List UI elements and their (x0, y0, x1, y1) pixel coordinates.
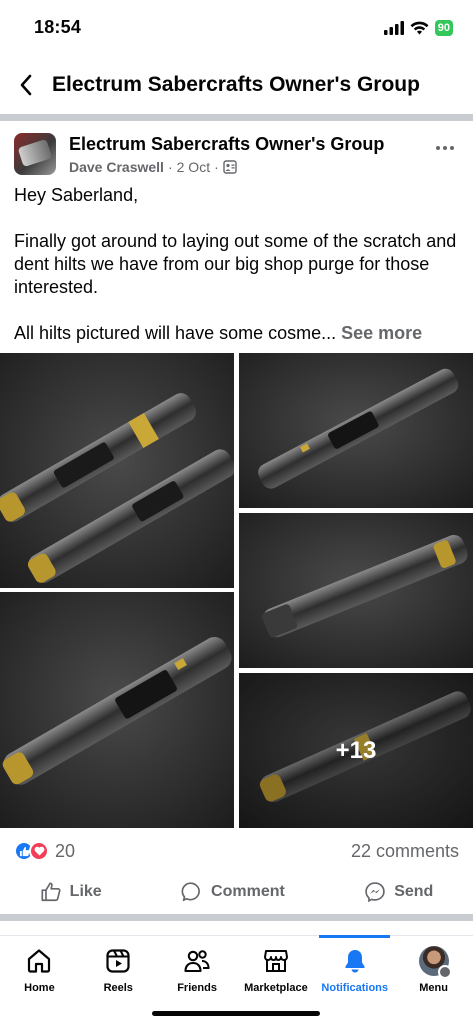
chevron-left-icon (20, 74, 32, 96)
send-button[interactable]: Send (356, 877, 441, 907)
send-label: Send (394, 883, 434, 900)
signal-icon (383, 21, 404, 35)
profile-avatar (418, 946, 452, 979)
back-button[interactable] (0, 56, 52, 114)
like-label: Like (69, 883, 102, 900)
page-title: Electrum Sabercrafts Owner's Group (52, 73, 420, 96)
status-bar: 18:54 90 (0, 0, 473, 56)
nav-notifications[interactable]: Notifications (315, 935, 394, 1005)
marketplace-icon (261, 946, 291, 976)
messenger-icon (365, 882, 385, 903)
group-privacy-icon (223, 160, 237, 174)
reaction-icons (14, 841, 49, 861)
battery-icon: 90 (434, 20, 453, 36)
more-photos-count: +13 (239, 673, 473, 828)
love-reaction-icon (29, 841, 49, 861)
nav-friends[interactable]: Friends (158, 936, 237, 1005)
comment-icon (181, 882, 200, 902)
reels-icon (103, 946, 133, 976)
thumbs-up-icon (41, 882, 61, 902)
reactions-bar: 20 22 comments (14, 838, 459, 864)
post-actions: Like Comment Send (0, 872, 473, 912)
post-body: Hey Saberland, Finally got around to lay… (14, 184, 462, 345)
menu-badge-icon (437, 965, 452, 979)
post-photo[interactable] (0, 592, 234, 828)
status-icons: 90 (383, 20, 453, 36)
nav-label: Reels (103, 982, 133, 994)
home-icon (24, 946, 54, 976)
post-paragraph-truncated: All hilts pictured will have some cosme.… (14, 322, 462, 345)
post-meta: Dave Craswell · 2 Oct · (69, 159, 237, 175)
home-indicator (152, 1011, 320, 1016)
page-header: Electrum Sabercrafts Owner's Group (0, 56, 473, 114)
post-photo[interactable] (239, 353, 473, 508)
group-name-link[interactable]: Electrum Sabercrafts Owner's Group (69, 134, 384, 155)
nav-marketplace[interactable]: Marketplace (236, 936, 315, 1005)
reaction-summary[interactable]: 20 (14, 841, 75, 862)
nav-label: Marketplace (244, 982, 308, 994)
post-header: Electrum Sabercrafts Owner's Group Dave … (0, 128, 473, 180)
post-date[interactable]: 2 Oct (177, 159, 210, 175)
post-photo[interactable] (239, 513, 473, 668)
wifi-icon (410, 21, 429, 35)
nav-menu[interactable]: Menu (394, 936, 473, 1005)
meta-separator: · (214, 159, 219, 175)
friends-icon (182, 946, 212, 976)
header-divider (0, 114, 473, 121)
bell-icon (340, 946, 370, 976)
reaction-count: 20 (55, 840, 76, 861)
comment-button[interactable]: Comment (173, 877, 293, 907)
post-options-button[interactable] (433, 138, 457, 158)
nav-home[interactable]: Home (0, 936, 79, 1005)
nav-reels[interactable]: Reels (79, 936, 158, 1005)
group-avatar[interactable] (14, 133, 56, 175)
bottom-nav: Home Reels Friends Marketplace Notificat… (0, 935, 473, 1005)
meta-separator: · (167, 159, 173, 175)
post-divider (0, 914, 473, 921)
see-more-link[interactable]: See more (341, 323, 422, 343)
comment-count-link[interactable]: 22 comments (351, 841, 459, 862)
status-time: 18:54 (34, 17, 82, 37)
like-button[interactable]: Like (32, 877, 110, 907)
post-author-link[interactable]: Dave Craswell (69, 159, 164, 175)
post-photo[interactable] (0, 353, 234, 588)
photo-grid: +13 (0, 353, 473, 828)
nav-label: Friends (177, 982, 217, 994)
truncated-text: All hilts pictured will have some cosme.… (14, 323, 337, 343)
post-photo-more[interactable]: +13 (239, 673, 473, 828)
nav-label: Notifications (321, 982, 389, 994)
post-paragraph: Hey Saberland, (14, 185, 139, 205)
comment-label: Comment (211, 883, 285, 900)
post-paragraph: Finally got around to laying out some of… (14, 231, 457, 297)
nav-label: Menu (419, 982, 448, 994)
nav-label: Home (24, 982, 55, 994)
